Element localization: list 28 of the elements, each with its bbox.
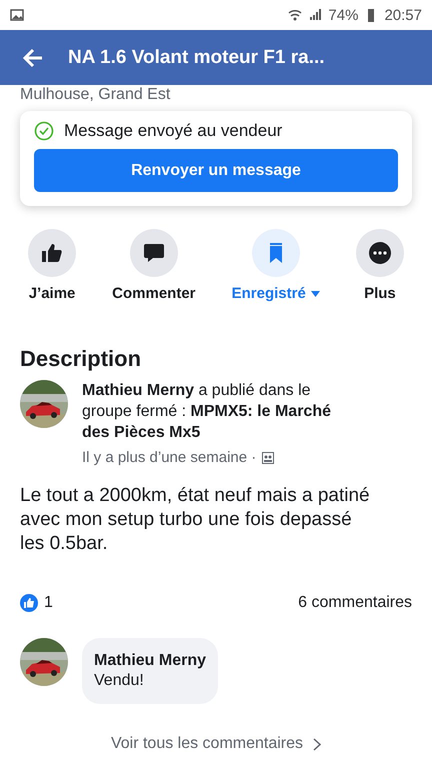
battery-percentage: 74%	[328, 6, 358, 24]
section-heading: Description	[20, 346, 142, 372]
back-arrow-icon[interactable]	[22, 46, 44, 68]
page-title: NA 1.6 Volant moteur F1 ra...	[68, 46, 325, 68]
sent-status: Message envoyé au vendeur	[64, 121, 282, 141]
post-time: Il y a plus d’une semaine ·	[82, 449, 256, 466]
post-header: Mathieu Merny a publié dans le groupe fermé : MPMX5: le Marché des Pièces Mx5	[82, 381, 332, 443]
speech-bubble-icon	[142, 241, 166, 265]
clock: 20:57	[384, 6, 422, 24]
like-reaction-icon	[20, 594, 38, 612]
resend-message-button[interactable]: Renvoyer un message	[34, 149, 398, 192]
thumbs-up-icon	[40, 241, 64, 265]
like-count: 1	[44, 594, 53, 612]
location-text: Mulhouse, Grand Est	[19, 85, 172, 103]
comment-count[interactable]: 6 commentaires	[298, 594, 412, 612]
action-button[interactable]: Enregistré	[232, 229, 320, 302]
more-icon	[368, 241, 392, 265]
action-button[interactable]: Commenter	[112, 229, 196, 302]
wifi-icon	[288, 8, 302, 22]
check-circle-icon	[34, 121, 54, 141]
see-all-comments-link[interactable]: Voir tous les commentaires	[0, 734, 432, 754]
image-icon	[10, 8, 24, 22]
group-icon	[262, 452, 274, 464]
comment-text: Vendu!	[94, 672, 145, 690]
post-body: Le tout a 2000km, état neuf mais a patiné avec mon setup turbo une fois depassé les 0.5bar.	[19, 484, 371, 556]
comment-author: Mathieu Merny	[94, 652, 206, 670]
signal-icon	[308, 8, 322, 22]
chevron-right-icon	[313, 738, 322, 750]
